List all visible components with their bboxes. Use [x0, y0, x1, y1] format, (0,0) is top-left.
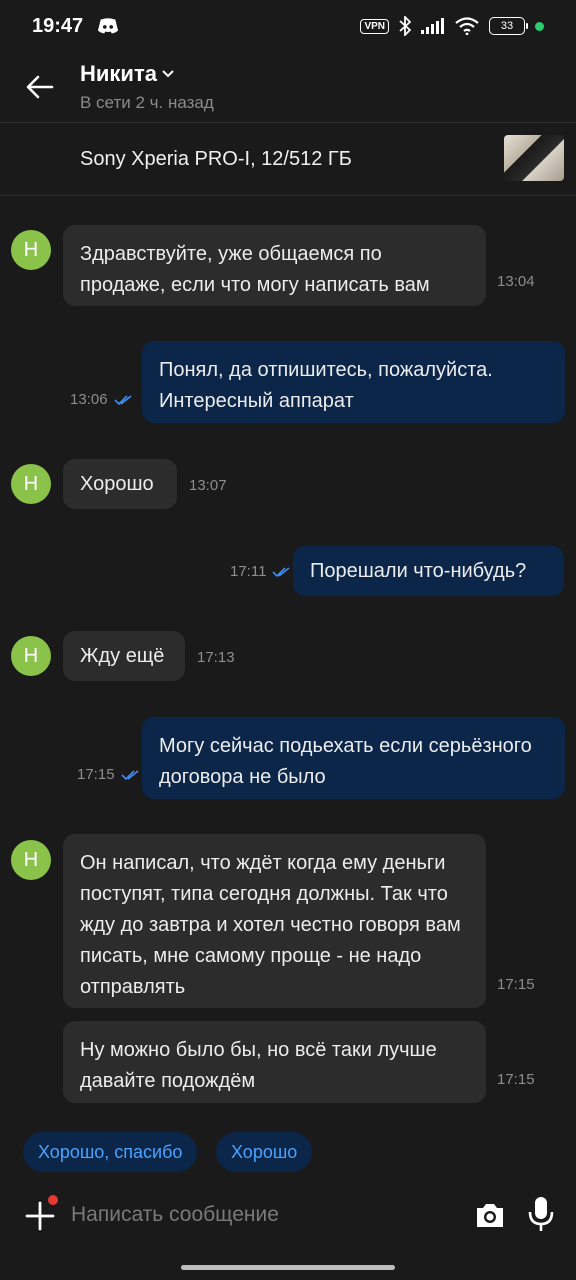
status-bar: 19:47 VPN 33 [0, 0, 576, 52]
notification-dot [46, 1193, 60, 1207]
read-ticks-icon [272, 566, 290, 577]
message-time: 13:06 [70, 391, 132, 408]
read-ticks-icon [113, 394, 132, 405]
message-bubble-outgoing[interactable]: Понял, да отпишитесь, пожалуйста. Интере… [142, 341, 565, 423]
message-time: 13:07 [189, 477, 227, 494]
last-seen: В сети 2 ч. назад [80, 93, 214, 112]
contact-avatar[interactable]: Н [11, 230, 51, 270]
message-text: Жду ещё [80, 645, 165, 667]
product-bar[interactable]: Sony Xperia PRO-I, 12/512 ГБ [0, 123, 576, 195]
message-bubble-incoming[interactable]: Хорошо [63, 459, 177, 509]
vpn-badge: VPN [360, 18, 389, 34]
quick-reply-chip[interactable]: Хорошо [216, 1132, 313, 1172]
message-text: Могу сейчас подьехать если серьёзного до… [159, 735, 532, 788]
camera-icon[interactable] [474, 1200, 506, 1230]
microphone-icon[interactable] [527, 1196, 555, 1232]
message-composer: Написать сообщение [0, 1188, 576, 1244]
message-text: Он написал, что ждёт когда ему деньги по… [80, 852, 461, 998]
message-text: Порешали что-нибудь? [310, 560, 527, 582]
product-title: Sony Xperia PRO-I, 12/512 ГБ [80, 147, 352, 170]
message-time: 17:11 [230, 563, 290, 580]
message-time: 17:15 [77, 766, 139, 783]
wifi-icon [455, 17, 479, 35]
contact-name: Никита [80, 61, 157, 86]
message-bubble-incoming[interactable]: Жду ещё [63, 631, 185, 681]
message-time: 17:15 [497, 976, 535, 993]
contact-avatar[interactable]: Н [11, 636, 51, 676]
message-bubble-incoming[interactable]: Он написал, что ждёт когда ему деньги по… [63, 834, 486, 1008]
chat-header: Никита В сети 2 ч. назад [0, 52, 576, 122]
back-button[interactable] [0, 52, 80, 122]
quick-reply-chip[interactable]: Хорошо, спасибо [23, 1132, 198, 1172]
privacy-dot [535, 21, 544, 31]
message-text: Ну можно было бы, но всё таки лучше дава… [80, 1039, 437, 1092]
message-time: 13:04 [497, 273, 535, 290]
contact-avatar[interactable]: Н [11, 840, 51, 880]
chevron-down-icon [162, 70, 174, 78]
signal-icon [421, 18, 444, 34]
message-time: 17:15 [497, 1071, 535, 1088]
message-bubble-outgoing[interactable]: Могу сейчас подьехать если серьёзного до… [142, 717, 565, 799]
battery-indicator: 33 [489, 17, 528, 35]
home-indicator[interactable] [181, 1265, 395, 1270]
arrow-left-icon [26, 75, 54, 99]
message-input[interactable]: Написать сообщение [71, 1203, 279, 1227]
message-bubble-outgoing[interactable]: Порешали что-нибудь? [293, 546, 564, 596]
contact-info[interactable]: Никита В сети 2 ч. назад [80, 61, 214, 113]
message-time: 17:13 [197, 649, 235, 666]
contact-avatar[interactable]: Н [11, 464, 51, 504]
read-ticks-icon [120, 769, 139, 780]
divider [0, 195, 576, 196]
discord-icon [98, 18, 119, 34]
message-bubble-incoming[interactable]: Здравствуйте, уже общаемся по продаже, е… [63, 225, 486, 306]
message-text: Понял, да отпишитесь, пожалуйста. Интере… [159, 359, 493, 412]
product-thumbnail[interactable] [504, 135, 564, 181]
message-text: Здравствуйте, уже общаемся по продаже, е… [80, 243, 430, 296]
bluetooth-icon [399, 16, 411, 36]
message-text: Хорошо [80, 473, 154, 495]
message-bubble-incoming[interactable]: Ну можно было бы, но всё таки лучше дава… [63, 1021, 486, 1103]
status-time: 19:47 [32, 14, 84, 37]
